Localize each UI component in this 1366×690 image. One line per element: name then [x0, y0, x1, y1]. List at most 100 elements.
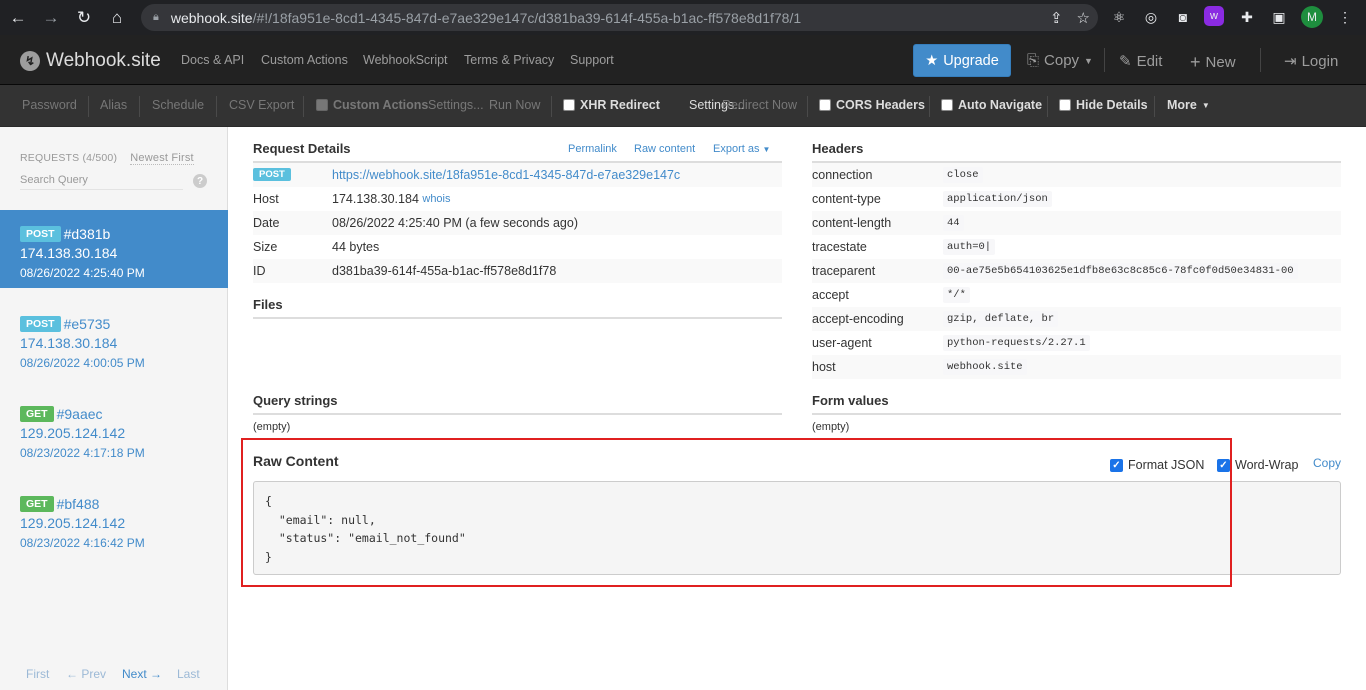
forward-icon[interactable]: →	[36, 3, 66, 33]
back-icon[interactable]: ←	[3, 3, 33, 33]
pager-prev[interactable]: ← Prev	[66, 667, 106, 681]
divider	[253, 413, 782, 415]
request-detail-panel: Request Details Permalink Raw content Ex…	[228, 127, 1366, 690]
request-url-link[interactable]: https://webhook.site/18fa951e-8cd1-4345-…	[332, 168, 680, 182]
bookmark-star-icon[interactable]: ☆	[1077, 9, 1090, 27]
header-value: 00-ae75e5b654103625e1dfb8e63c8c85c6-78fc…	[943, 263, 1298, 279]
header-key: user-agent	[812, 336, 872, 350]
alias-button[interactable]: Alias	[100, 98, 127, 112]
id-row: ID d381ba39-614f-455a-b1ac-ff578e8d1f78	[253, 259, 782, 283]
requests-sidebar: REQUESTS (4/500) Newest First Search Que…	[0, 127, 228, 690]
header-value: auth=0|	[943, 239, 996, 255]
copy-raw-link[interactable]: Copy	[1313, 456, 1341, 470]
request-date: 08/26/2022 4:25:40 PM	[20, 266, 145, 280]
request-date: 08/26/2022 4:00:05 PM	[20, 356, 145, 370]
schedule-button[interactable]: Schedule	[152, 98, 204, 112]
request-list-item[interactable]: GET #bf488 129.205.124.142 08/23/2022 4:1…	[0, 480, 228, 558]
request-date: 08/23/2022 4:16:42 PM	[20, 536, 145, 550]
more-menu-button[interactable]: More ▼	[1167, 98, 1210, 112]
date-row: Date 08/26/2022 4:25:40 PM (a few second…	[253, 211, 782, 235]
pager-next[interactable]: Next →	[122, 667, 162, 681]
caret-down-icon: ▼	[1084, 55, 1093, 66]
nav-docs-api[interactable]: Docs & API	[181, 53, 244, 67]
request-list-item[interactable]: POST #e5735 174.138.30.184 08/26/2022 4:0…	[0, 300, 228, 378]
w-extension-icon[interactable]: w	[1204, 6, 1224, 26]
password-button[interactable]: Password	[22, 98, 77, 112]
help-icon[interactable]: ?	[193, 174, 207, 188]
header-row: connection close	[812, 163, 1341, 187]
plus-icon: +	[1190, 52, 1201, 72]
size-value: 44 bytes	[332, 240, 380, 254]
react-extension-icon[interactable]: ⚛	[1108, 6, 1130, 28]
share-icon[interactable]: ⇪	[1050, 9, 1063, 27]
header-row: tracestate auth=0|	[812, 235, 1341, 259]
edit-button[interactable]: ✎ Edit	[1119, 52, 1162, 71]
auto-navigate-checkbox[interactable]	[941, 99, 953, 111]
request-details-title: Request Details	[253, 141, 351, 156]
custom-actions-checkbox[interactable]	[316, 99, 328, 111]
camera-extension-icon[interactable]: ◙	[1172, 6, 1194, 28]
request-ip: 129.205.124.142	[20, 425, 126, 441]
redirect-now-button[interactable]: Redirect Now	[722, 98, 797, 112]
run-now-button[interactable]: Run Now	[489, 98, 540, 112]
address-bar[interactable]: 🔒︎ webhook.site/#!/18fa951e-8cd1-4345-84…	[141, 4, 1098, 31]
copy-icon: ⎘	[1027, 52, 1040, 69]
request-id: #d381b	[63, 226, 111, 242]
export-as-dropdown[interactable]: Export as ▼	[713, 143, 770, 155]
whois-link[interactable]: whois	[422, 193, 450, 205]
hide-details-checkbox[interactable]	[1059, 99, 1071, 111]
header-key: content-length	[812, 216, 892, 230]
brand[interactable]: ↯ Webhook.site	[20, 50, 161, 72]
header-row: user-agent python-requests/2.27.1	[812, 331, 1341, 355]
upgrade-button[interactable]: ★ Upgrade	[913, 44, 1011, 77]
header-key: connection	[812, 168, 873, 182]
header-key: accept-encoding	[812, 312, 904, 326]
header-value: 44	[943, 215, 964, 231]
nav-support[interactable]: Support	[570, 53, 614, 67]
cors-headers-toggle[interactable]: CORS Headers	[819, 98, 925, 112]
nav-webhookscript[interactable]: WebhookScript	[363, 53, 448, 67]
nav-terms-privacy[interactable]: Terms & Privacy	[464, 53, 554, 67]
divider	[88, 96, 89, 117]
new-button[interactable]: + New	[1190, 52, 1236, 73]
request-list-item[interactable]: GET #9aaec 129.205.124.142 08/23/2022 4:1…	[0, 390, 228, 468]
custom-actions-settings[interactable]: Settings...	[428, 98, 484, 112]
divider	[1104, 48, 1105, 72]
home-icon[interactable]: ⌂	[102, 3, 132, 33]
method-badge: POST	[20, 316, 61, 332]
pager-first[interactable]: First	[26, 667, 49, 681]
star-icon: ★	[925, 52, 939, 69]
header-value: */*	[943, 287, 970, 303]
xhr-redirect-toggle[interactable]: XHR Redirect	[563, 98, 660, 112]
profile-avatar[interactable]: M	[1301, 6, 1323, 28]
reload-icon[interactable]: ↻	[69, 3, 99, 33]
pager-last[interactable]: Last	[177, 667, 200, 681]
header-value: python-requests/2.27.1	[943, 335, 1090, 351]
extension-circle-icon[interactable]: ◎	[1140, 6, 1162, 28]
search-query-input[interactable]: Search Query	[20, 172, 183, 190]
cors-headers-checkbox[interactable]	[819, 99, 831, 111]
lock-icon: 🔒︎	[153, 11, 159, 23]
puzzle-extensions-icon[interactable]: ✚	[1236, 6, 1258, 28]
side-panel-icon[interactable]: ▣	[1268, 6, 1290, 28]
copy-menu-button[interactable]: ⎘ Copy ▼	[1027, 52, 1093, 69]
browser-menu-icon[interactable]: ⋮	[1334, 6, 1356, 28]
request-list-item[interactable]: POST #d381b 174.138.30.184 08/26/2022 4:2…	[0, 210, 228, 288]
request-id: #bf488	[56, 496, 100, 512]
sort-order-toggle[interactable]: Newest First	[130, 152, 194, 165]
csv-export-button[interactable]: CSV Export	[229, 98, 294, 112]
raw-content-link[interactable]: Raw content	[634, 143, 695, 155]
request-id: #e5735	[63, 316, 111, 332]
nav-custom-actions[interactable]: Custom Actions	[261, 53, 348, 67]
xhr-redirect-checkbox[interactable]	[563, 99, 575, 111]
header-row: content-length 44	[812, 211, 1341, 235]
edit-icon: ✎	[1119, 53, 1132, 70]
url-row: POST https://webhook.site/18fa951e-8cd1-…	[253, 163, 782, 187]
auto-navigate-toggle[interactable]: Auto Navigate	[941, 98, 1042, 112]
hide-details-toggle[interactable]: Hide Details	[1059, 98, 1148, 112]
permalink-link[interactable]: Permalink	[568, 143, 617, 155]
divider	[1047, 96, 1048, 117]
custom-actions-toggle[interactable]: Custom Actions	[316, 98, 428, 112]
login-button[interactable]: ⇥ Login	[1284, 52, 1338, 71]
header-value: application/json	[943, 191, 1052, 207]
